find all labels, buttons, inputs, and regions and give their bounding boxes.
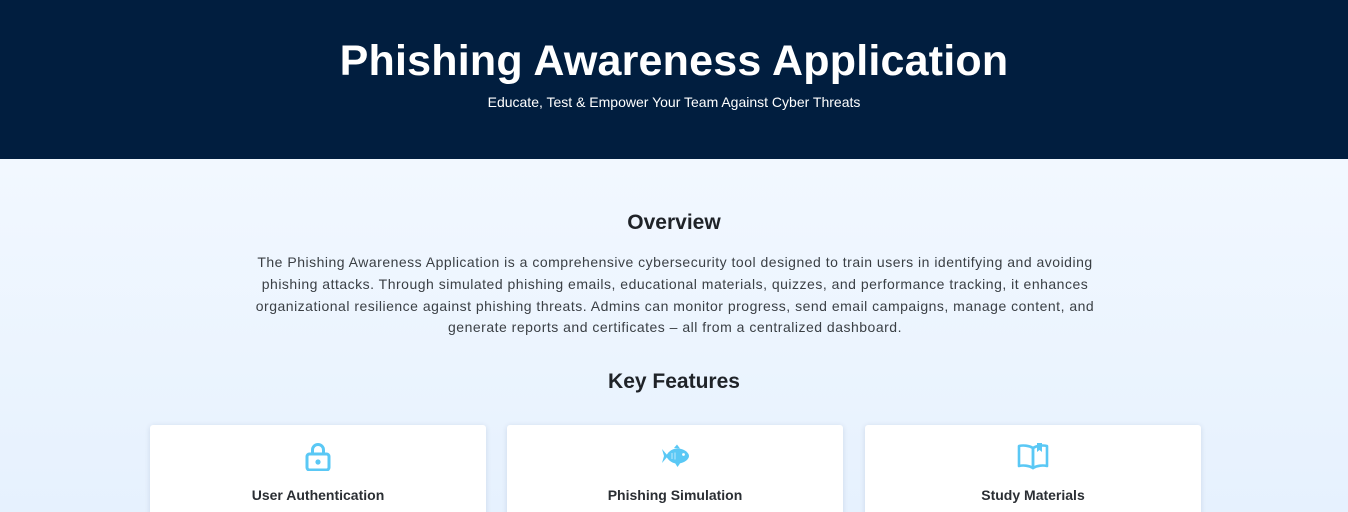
overview-text: The Phishing Awareness Application is a … xyxy=(255,254,1095,336)
feature-card-title: Phishing Simulation xyxy=(607,487,743,503)
feature-card-title: User Authentication xyxy=(251,487,385,503)
lock-icon xyxy=(150,439,486,473)
fish-icon xyxy=(507,439,843,473)
book-open-icon xyxy=(865,439,1201,473)
feature-card-study-materials: Study Materials xyxy=(865,425,1201,512)
feature-card-phishing-simulation: Phishing Simulation xyxy=(507,425,843,512)
page-header: Phishing Awareness Application Educate, … xyxy=(0,0,1348,159)
page-title: Phishing Awareness Application xyxy=(339,37,1009,85)
key-features-heading: Key Features xyxy=(608,370,740,393)
feature-card-title: Study Materials xyxy=(981,487,1085,503)
page-subtitle: Educate, Test & Empower Your Team Agains… xyxy=(487,94,861,110)
overview-heading: Overview xyxy=(627,211,721,234)
main-content: Overview The Phishing Awareness Applicat… xyxy=(0,159,1348,512)
feature-card-user-authentication: User Authentication xyxy=(150,425,486,512)
